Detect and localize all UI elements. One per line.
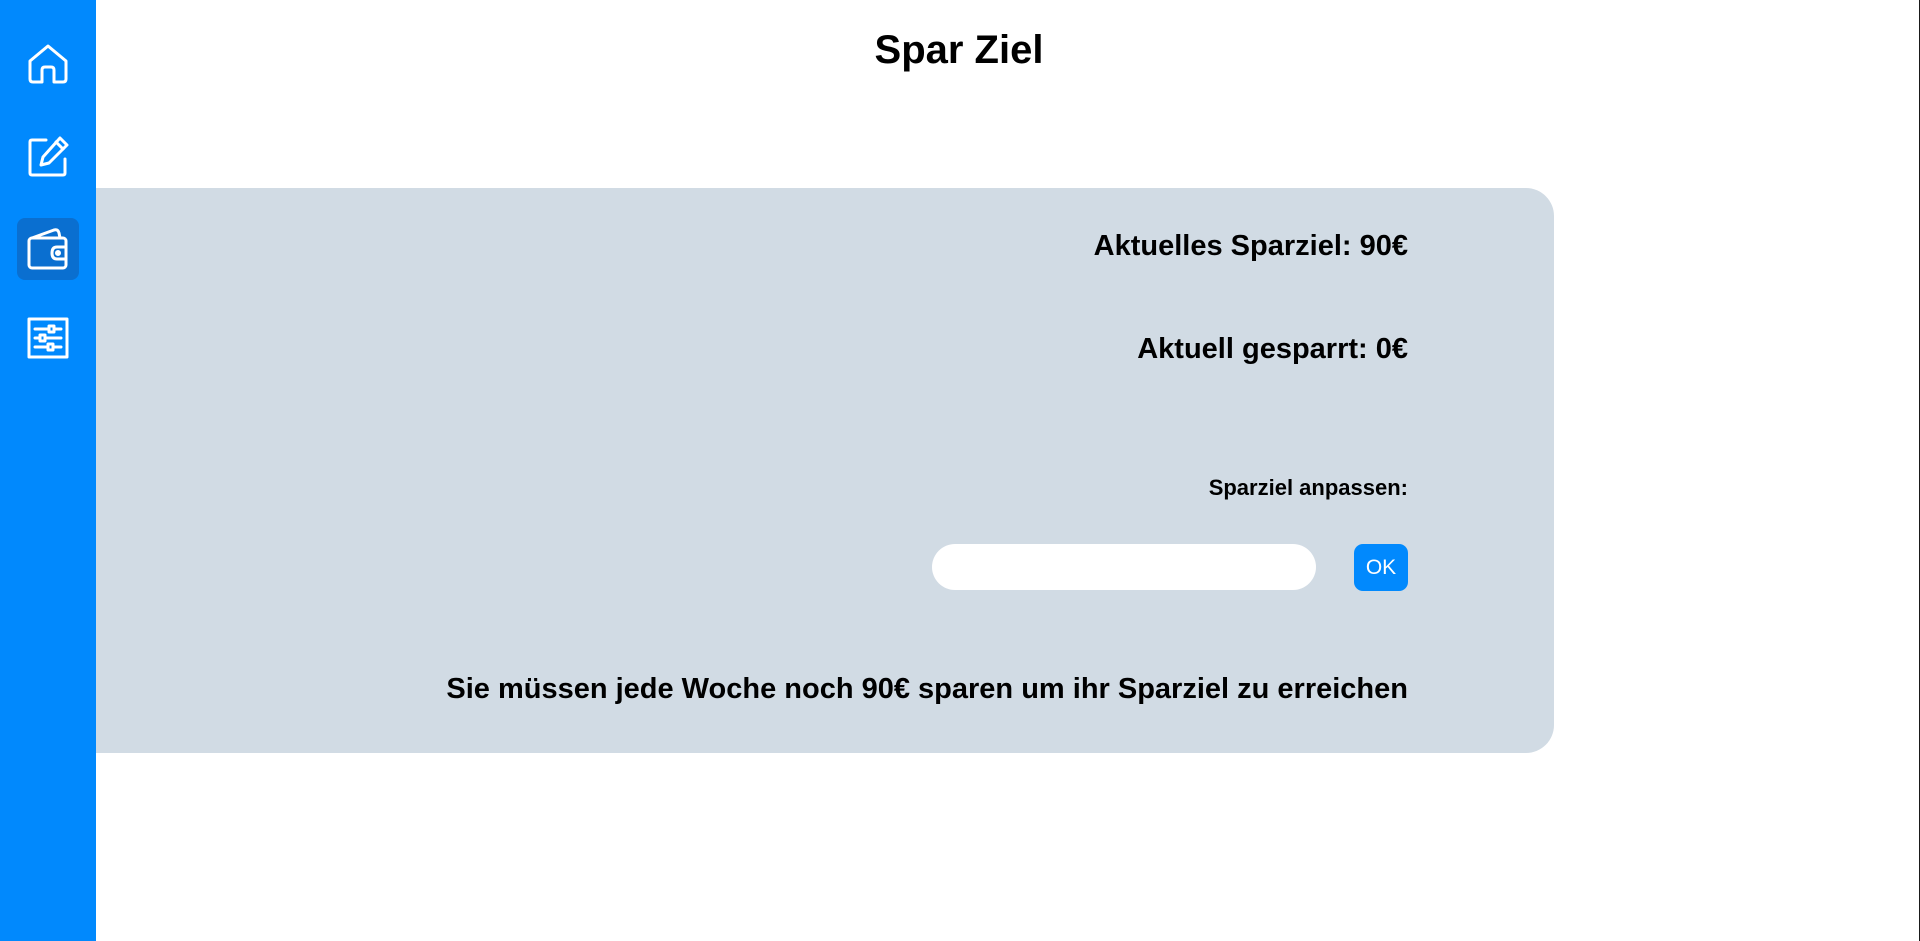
sidebar-item-edit[interactable] xyxy=(17,126,79,188)
current-saved-text: Aktuell gesparrt: 0€ xyxy=(1137,333,1408,365)
current-goal-text: Aktuelles Sparziel: 90€ xyxy=(1093,230,1408,262)
wallet-icon xyxy=(27,228,68,270)
page-title: Spar Ziel xyxy=(874,28,1044,72)
home-icon xyxy=(28,44,68,84)
weekly-savings-text: Sie müssen jede Woche noch 90€ sparen um… xyxy=(446,673,1408,705)
sidebar xyxy=(0,0,96,941)
edit-icon xyxy=(28,136,69,177)
sliders-icon xyxy=(27,317,69,359)
sidebar-item-settings[interactable] xyxy=(17,307,79,369)
app: Spar Ziel Aktuelles Sparziel: 90€ Aktuel… xyxy=(0,0,1920,941)
ok-button[interactable]: OK xyxy=(1354,544,1408,591)
adjust-goal-label: Sparziel anpassen: xyxy=(1208,475,1408,500)
sidebar-item-wallet[interactable] xyxy=(17,218,79,280)
savings-goal-card: Aktuelles Sparziel: 90€ Aktuell gesparrt… xyxy=(96,188,1554,753)
sidebar-item-home[interactable] xyxy=(17,33,79,95)
goal-input[interactable] xyxy=(932,544,1316,590)
